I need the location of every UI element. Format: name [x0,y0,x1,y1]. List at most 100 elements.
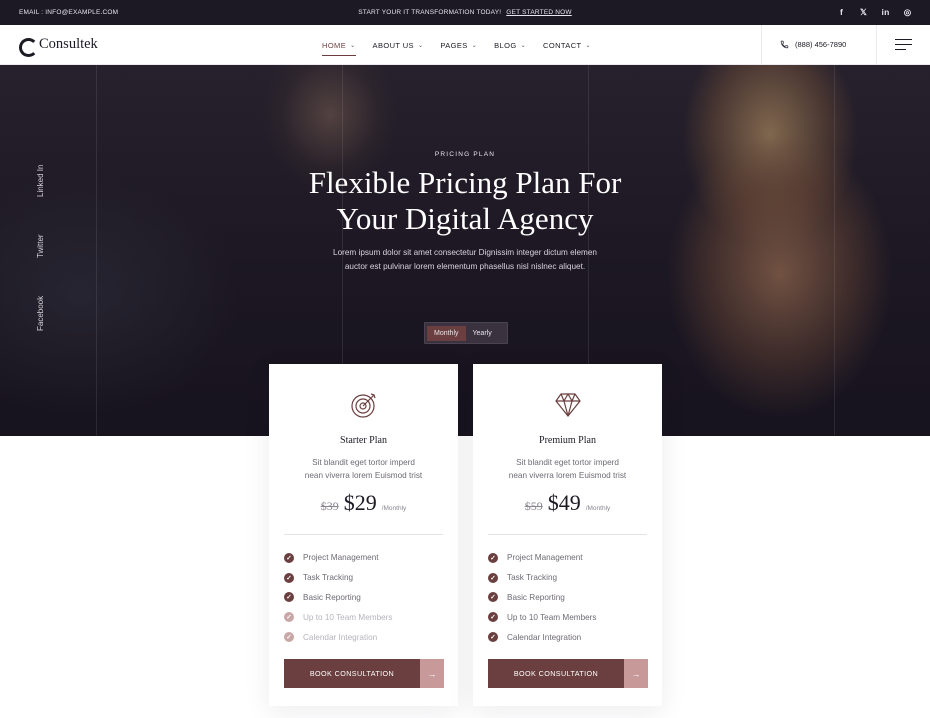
feature-item: ✓ Basic Reporting [488,588,597,608]
feature-label: Project Management [507,553,583,563]
facebook-icon[interactable]: f [837,7,846,18]
promo-banner: START YOUR IT TRANSFORMATION TODAY! GET … [0,9,930,16]
feature-label: Task Tracking [507,573,558,583]
chevron-down-icon: ⌄ [350,42,356,49]
check-icon: ✓ [284,612,294,623]
feature-label: Up to 10 Team Members [303,612,393,622]
feature-item-excluded: ✓ Calendar Integration [284,627,393,647]
button-label: BOOK CONSULTATION [488,659,624,688]
nav-item-home[interactable]: HOME ⌄ [322,40,356,56]
check-icon: ✓ [284,592,294,603]
feature-label: Basic Reporting [303,592,361,602]
chevron-down-icon: ⌄ [520,42,527,49]
hero-description-line: Lorem ipsum dolor sit amet consectetur D… [333,248,597,257]
feature-item: ✓ Calendar Integration [488,627,597,647]
feature-item-excluded: ✓ Up to 10 Team Members [284,607,393,627]
chevron-down-icon: ⌄ [417,42,424,49]
check-icon: ✓ [284,552,294,563]
chevron-down-icon: ⌄ [585,42,591,49]
hero-kicker: PRICING PLAN [434,151,496,158]
book-consultation-button[interactable]: BOOK CONSULTATION → [488,659,648,688]
x-twitter-icon[interactable]: 𝕏 [859,7,868,18]
nav-item-label: BLOG [494,40,517,50]
hero-title-line: Your Digital Agency [336,201,594,236]
current-price: $29 [343,490,377,515]
check-icon: ✓ [488,592,498,603]
plan-description-line: nean viverra lorem Euismod trist [304,471,423,480]
plan-description: Sit blandit eget tortor imperd nean vive… [473,456,662,482]
phone-number: (888) 456-7890 [795,40,847,49]
price-period: /Monthly [381,505,407,512]
nav-divider [876,25,877,65]
arrow-right-icon: → [624,659,648,688]
chevron-down-icon: ⌄ [471,42,478,49]
toggle-monthly[interactable]: Monthly [427,325,466,341]
feature-list: ✓ Project Management ✓ Task Tracking ✓ Basi… [284,548,393,647]
price-period: /Monthly [585,505,611,512]
plan-name: Premium Plan [539,435,596,446]
feature-label: Basic Reporting [507,592,565,602]
old-price: $39 [320,499,339,513]
brand-logo[interactable]: Consultek [19,36,98,57]
check-icon: ✓ [488,552,498,563]
plan-description: Sit blandit eget tortor imperd nean vive… [269,456,458,482]
plan-description-line: nean viverra lorem Euismod trist [508,471,627,480]
feature-item: ✓ Task Tracking [284,568,393,588]
diamond-icon [554,393,581,417]
toggle-yearly[interactable]: Yearly [466,326,499,341]
hamburger-menu-icon[interactable] [895,39,912,53]
old-price: $59 [524,499,543,513]
check-icon: ✓ [488,572,498,583]
plan-icon-wrap [473,390,662,420]
nav-item-label: HOME [322,40,347,50]
linkedin-icon[interactable]: in [881,7,890,18]
current-price: $49 [547,490,581,515]
check-icon: ✓ [488,612,498,623]
facebook-text-link[interactable]: Facebook [36,296,45,331]
feature-label: Calendar Integration [507,632,582,642]
feature-item: ✓ Up to 10 Team Members [488,607,597,627]
check-icon: ✓ [284,632,294,643]
phone-icon [780,40,789,49]
hero-description: Lorem ipsum dolor sit amet consectetur D… [0,246,930,274]
nav-item-contact[interactable]: CONTACT ⌄ [543,41,591,50]
nav-menu: HOME ⌄ ABOUT US ⌄ PAGES ⌄ BLOG ⌄ CONTACT… [322,25,591,65]
feature-label: Up to 10 Team Members [507,612,597,622]
feature-label: Task Tracking [303,573,354,583]
plan-description-line: Sit blandit eget tortor imperd [516,458,619,467]
nav-item-pages[interactable]: PAGES ⌄ [440,41,477,50]
promo-text: START YOUR IT TRANSFORMATION TODAY! [358,9,502,16]
feature-list: ✓ Project Management ✓ Task Tracking ✓ Basi… [488,548,597,647]
plan-price: $59 $49 /Monthly [473,490,662,516]
check-icon: ✓ [284,572,294,583]
hero-description-line: auctor est pulvinar lorem elementum phas… [344,262,586,271]
feature-item: ✓ Project Management [284,548,393,568]
instagram-icon[interactable]: ◎ [903,7,912,18]
nav-item-blog[interactable]: BLOG ⌄ [494,41,526,50]
target-icon [350,393,376,418]
brand-name: Consultek [39,36,98,52]
get-started-link[interactable]: GET STARTED NOW [506,9,571,16]
phone-link[interactable]: (888) 456-7890 [780,40,846,49]
button-label: BOOK CONSULTATION [284,659,420,688]
check-icon: ✓ [488,632,498,643]
logo-mark-icon [19,37,38,57]
feature-label: Project Management [303,553,379,563]
pricing-card-starter: Starter Plan Sit blandit eget tortor imp… [269,364,458,706]
top-bar: EMAIL : INFO@EXAMPLE.COM START YOUR IT T… [0,0,930,25]
social-links: f 𝕏 in ◎ [837,7,912,18]
card-divider [284,534,443,535]
pricing-card-premium: Premium Plan Sit blandit eget tortor imp… [473,364,662,706]
main-navbar: Consultek HOME ⌄ ABOUT US ⌄ PAGES ⌄ BLOG… [0,25,930,65]
feature-item: ✓ Task Tracking [488,568,597,588]
nav-item-about-us[interactable]: ABOUT US ⌄ [373,41,424,50]
nav-item-label: PAGES [440,40,468,50]
hero-title: Flexible Pricing Plan For Your Digital A… [0,165,930,237]
plan-price: $39 $29 /Monthly [269,490,458,516]
billing-toggle: Monthly Yearly [424,322,508,344]
nav-item-label: CONTACT [543,40,582,50]
plan-icon-wrap [269,390,458,420]
arrow-right-icon: → [420,659,444,688]
feature-item: ✓ Project Management [488,548,597,568]
book-consultation-button[interactable]: BOOK CONSULTATION → [284,659,444,688]
